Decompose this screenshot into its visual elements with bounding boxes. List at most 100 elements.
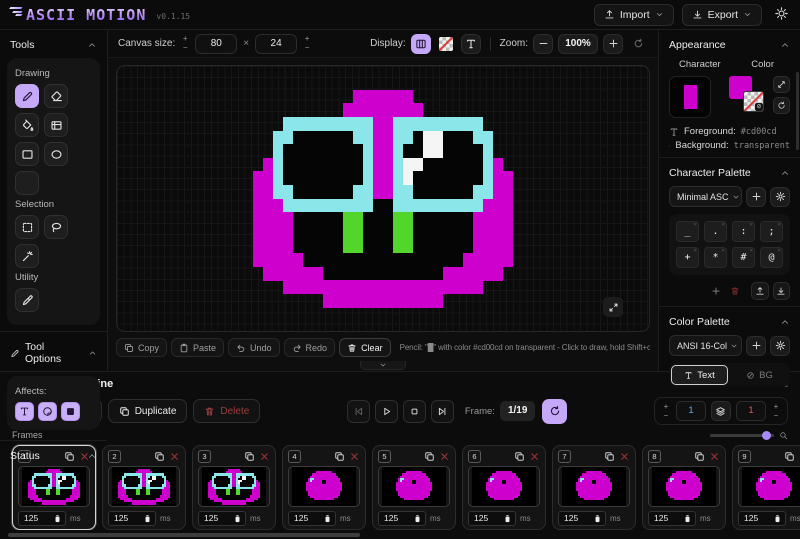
sidebar-scrollbar[interactable] — [796, 72, 799, 150]
frame-card-6[interactable]: 6125ms — [462, 445, 546, 530]
canvas-height-input[interactable]: 24 — [255, 34, 297, 54]
tool-options-header[interactable]: Tool Options — [0, 332, 107, 372]
frame-tool-button[interactable] — [44, 113, 68, 137]
skip-to-start-button[interactable] — [347, 400, 370, 423]
delete-frame-button[interactable]: Delete — [193, 399, 260, 423]
frame-duration-input[interactable]: 125 — [378, 511, 426, 526]
text-color-tab[interactable]: Text — [671, 365, 728, 385]
frame-duration-input[interactable]: 125 — [738, 511, 786, 526]
frame-thumbnail[interactable] — [108, 466, 180, 507]
onion-prev-stepper[interactable]: +− — [661, 403, 671, 420]
frame-card-8[interactable]: 8125ms — [642, 445, 726, 530]
text-tool-button[interactable] — [15, 171, 39, 195]
import-chars-button[interactable] — [751, 282, 769, 300]
zoom-in-button[interactable] — [603, 34, 623, 54]
loop-button[interactable] — [542, 399, 567, 424]
add-color-palette-button[interactable] — [746, 336, 766, 356]
color-palette-settings-button[interactable] — [770, 336, 790, 356]
duplicate-frame-icon[interactable] — [154, 451, 165, 462]
palette-char-button[interactable]: #× — [732, 247, 755, 268]
remove-char-icon[interactable]: × — [721, 247, 725, 254]
frame-card-9[interactable]: 9125ms — [732, 445, 800, 530]
duplicate-frame-icon[interactable] — [244, 451, 255, 462]
drawing-canvas[interactable] — [116, 65, 650, 332]
frame-thumbnail[interactable] — [18, 466, 90, 507]
copy-button[interactable]: Copy — [116, 338, 167, 357]
frame-card-4[interactable]: 4125ms — [282, 445, 366, 530]
duplicate-frame-icon[interactable] — [604, 451, 615, 462]
frame-card-5[interactable]: 5125ms — [372, 445, 456, 530]
onion-prev-input[interactable]: 1 — [676, 401, 706, 421]
display-grid-button[interactable] — [411, 34, 431, 54]
export-button[interactable]: Export — [682, 4, 762, 26]
move-char-left-button[interactable] — [669, 283, 685, 299]
eraser-tool-button[interactable] — [44, 84, 68, 108]
eyedropper-tool-button[interactable] — [15, 288, 39, 312]
paste-button[interactable]: Paste — [171, 338, 224, 357]
frame-card-7[interactable]: 7125ms — [552, 445, 636, 530]
delete-frame-icon[interactable] — [709, 451, 720, 462]
bg-color-tab[interactable]: BG — [731, 365, 788, 385]
frame-duration-input[interactable]: 125 — [108, 511, 156, 526]
color-palette-header[interactable]: Color Palette — [659, 307, 800, 335]
undo-button[interactable]: Undo — [228, 338, 280, 357]
import-button[interactable]: Import — [594, 4, 674, 26]
affects-background-toggle[interactable] — [61, 402, 80, 421]
remove-char-icon[interactable]: × — [777, 247, 781, 254]
duplicate-frame-button[interactable]: Duplicate — [108, 399, 188, 423]
color-palette-preset-dropdown[interactable]: ANSI 16-Col — [669, 335, 742, 356]
add-char-button[interactable] — [708, 283, 724, 299]
appearance-header[interactable]: Appearance — [659, 30, 800, 58]
remove-char-icon[interactable]: × — [749, 247, 753, 254]
canvas-width-input[interactable]: 80 — [195, 34, 237, 54]
delete-frame-icon[interactable] — [169, 451, 180, 462]
onion-skin-toggle[interactable] — [711, 401, 731, 421]
frame-duration-input[interactable]: 125 — [18, 511, 66, 526]
move-char-right-button[interactable] — [689, 283, 705, 299]
collapse-canvas-tab[interactable] — [360, 361, 406, 370]
duplicate-frame-icon[interactable] — [514, 451, 525, 462]
frame-duration-input[interactable]: 125 — [288, 511, 336, 526]
frame-thumbnail[interactable] — [198, 466, 270, 507]
duplicate-frame-icon[interactable] — [424, 451, 435, 462]
remove-char-icon[interactable]: × — [749, 221, 753, 228]
play-button[interactable] — [375, 400, 398, 423]
palette-char-button[interactable]: .× — [704, 221, 727, 242]
affects-text-toggle[interactable] — [15, 402, 34, 421]
frame-thumbnail[interactable] — [648, 466, 720, 507]
frame-thumbnail[interactable] — [468, 466, 540, 507]
char-palette-preset-dropdown[interactable]: Minimal ASC — [669, 186, 742, 207]
swap-colors-button[interactable] — [773, 76, 790, 93]
palette-char-button[interactable]: @× — [760, 247, 783, 268]
active-character-swatch[interactable] — [669, 76, 711, 118]
lasso-tool-button[interactable] — [44, 215, 68, 239]
pencil-tool-button[interactable] — [15, 84, 39, 108]
theme-toggle-button[interactable] — [770, 4, 792, 26]
expand-canvas-button[interactable] — [603, 297, 623, 317]
zoom-reset-button[interactable] — [628, 34, 648, 54]
background-color-swatch[interactable]: ⊘ — [743, 91, 764, 112]
palette-char-button[interactable]: +× — [676, 247, 699, 268]
delete-frame-icon[interactable] — [439, 451, 450, 462]
palette-char-button[interactable]: ;× — [760, 221, 783, 242]
add-char-palette-button[interactable] — [746, 187, 766, 207]
character-palette-header[interactable]: Character Palette — [659, 158, 800, 186]
char-palette-settings-button[interactable] — [770, 187, 790, 207]
display-transparency-button[interactable] — [436, 34, 456, 54]
height-stepper[interactable]: +− — [302, 35, 312, 52]
clear-button[interactable]: Clear — [339, 338, 391, 357]
export-chars-button[interactable] — [773, 282, 791, 300]
frame-card-2[interactable]: 2125ms — [102, 445, 186, 530]
reset-colors-button[interactable] — [773, 97, 790, 114]
skip-to-end-button[interactable] — [431, 400, 454, 423]
delete-frame-icon[interactable] — [259, 451, 270, 462]
magic-wand-tool-button[interactable] — [15, 244, 39, 268]
width-stepper[interactable]: +− — [180, 35, 190, 52]
delete-frame-icon[interactable] — [529, 451, 540, 462]
redo-button[interactable]: Redo — [284, 338, 336, 357]
remove-char-icon[interactable]: × — [777, 221, 781, 228]
frame-duration-input[interactable]: 125 — [558, 511, 606, 526]
palette-char-button[interactable]: *× — [704, 247, 727, 268]
remove-char-icon[interactable]: × — [693, 247, 697, 254]
onion-next-stepper[interactable]: +− — [771, 403, 781, 420]
